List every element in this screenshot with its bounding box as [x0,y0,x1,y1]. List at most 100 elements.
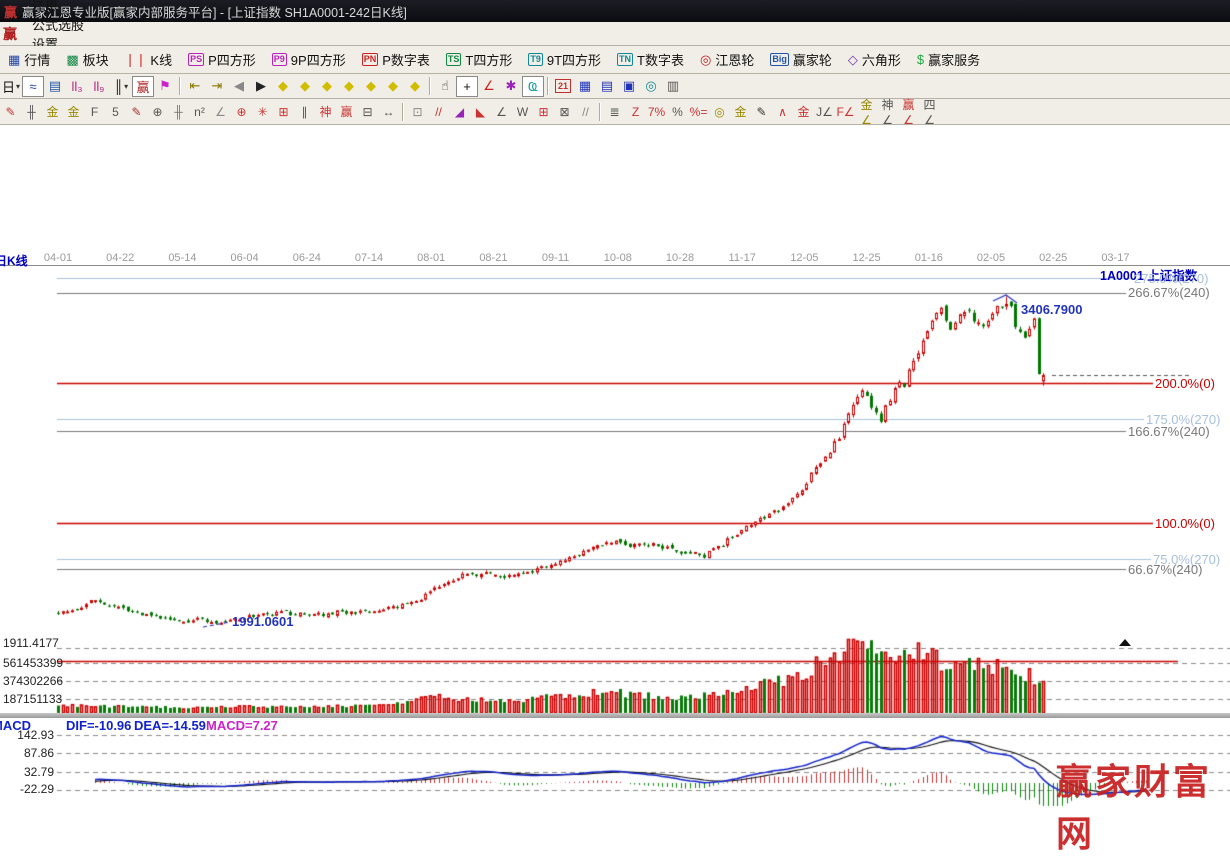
calculator-button[interactable]: ▦ [574,76,596,97]
fan-square-red-tool[interactable]: ◣ [470,101,491,122]
diamond-left-button[interactable]: ◆ [272,76,294,97]
box-grid-tool[interactable]: ⊠ [554,101,575,122]
diamond-shrink-button[interactable]: ◆ [338,76,360,97]
p-square-button[interactable]: PSP四方形 [181,48,263,71]
flag-filter-icon[interactable]: ⚑ [154,76,176,97]
diamond-up-button[interactable]: ◆ [360,76,382,97]
menu-item-4[interactable]: 公式选股 [23,15,93,34]
first-page-button[interactable]: ⇤ [184,76,206,97]
9p-square-button[interactable]: P99P四方形 [265,48,353,71]
p-square-icon: PS [188,53,204,66]
hexagon-button[interactable]: ◇六角形 [841,48,908,71]
gann-level-label: 266.67%(240) [1128,285,1210,300]
grid-2-tool[interactable]: ╫ [168,101,189,122]
f-square-tool[interactable]: F [84,101,105,122]
9t-square-button[interactable]: T99T四方形 [521,48,608,71]
gold-red-tool[interactable]: 金 [793,101,814,122]
measure-tool[interactable]: ↔ [378,101,399,122]
shen-angle-tool[interactable]: 神∠ [877,101,898,122]
z-line-tool[interactable]: Z [625,101,646,122]
winner-wave-icon[interactable]: ≈ [22,76,44,97]
prev-button[interactable]: ◀ [228,76,250,97]
red-pencil-tool[interactable]: ✎ [126,101,147,122]
si-angle-tool[interactable]: 四∠ [919,101,940,122]
calendar-21-button[interactable]: 21 [552,76,574,97]
gann-target-tool[interactable]: ⊕ [231,101,252,122]
toolbar-separator [547,77,549,95]
gold-square-2-tool[interactable]: 金 [63,101,84,122]
gold-circle-tool[interactable]: ◎ [709,101,730,122]
date-tick-08-01: 08-01 [409,252,453,264]
diamond-down-button[interactable]: ◆ [382,76,404,97]
diamond-all-button[interactable]: ◆ [404,76,426,97]
gold-lines-tool[interactable]: 金 [730,101,751,122]
gann-wheel-button[interactable]: ◎江恩轮 [693,48,761,71]
toolbar-separator [599,103,601,121]
angle-set-tool[interactable]: ∠ [210,101,231,122]
t-table-button[interactable]: TNT数字表 [610,48,691,71]
sectors-button[interactable]: ▩板块 [59,48,115,71]
gold-square-tool[interactable]: 金 [42,101,63,122]
next-button[interactable]: ▶ [250,76,272,97]
box-tool[interactable]: ⊡ [407,101,428,122]
gold-angle-tool[interactable]: 金∠ [856,101,877,122]
k-marks-tool[interactable]: ∥ [294,101,315,122]
period-day-button[interactable]: 日▾ [0,76,22,97]
p-table-button[interactable]: PNP数字表 [355,48,437,71]
five-square-tool[interactable]: 5 [105,101,126,122]
shen-square-tool[interactable]: 神 [315,101,336,122]
parallel-lines-tool[interactable]: // [575,101,596,122]
ruler-123-tool[interactable]: ⊟ [357,101,378,122]
diamond-right-button[interactable]: ◆ [294,76,316,97]
percent-lines-tool[interactable]: %= [688,101,709,122]
percent-tool[interactable]: % [667,101,688,122]
save-button[interactable]: ▣ [618,76,640,97]
percent-7-tool[interactable]: 7% [646,101,667,122]
kline-button[interactable]: ❘❘K线 [118,48,179,71]
angle-measure-button[interactable]: ∠ [478,76,500,97]
red-grid-tool[interactable]: ⊞ [533,101,554,122]
ying-square-tool[interactable]: 赢 [336,101,357,122]
bars-9-icon[interactable]: ll₉ [88,76,110,97]
n-square-tool[interactable]: n² [189,101,210,122]
winner-wheel-button[interactable]: Big赢家轮 [763,48,839,71]
notes-button[interactable]: ▤ [596,76,618,97]
kline-button-label: K线 [150,50,172,69]
diamond-up-button-glyph: ◆ [366,78,376,94]
menu-item-3[interactable]: 江恩 [23,0,93,15]
export-web-button[interactable]: ◎ [640,76,662,97]
print-button[interactable]: ▥ [662,76,684,97]
diamond-expand-button[interactable]: ◆ [316,76,338,97]
j-angle-tool[interactable]: J∠ [814,101,835,122]
wave-angle-tool[interactable]: ∧ [772,101,793,122]
chan-tool-button[interactable]: ✱ [500,76,522,97]
last-page-button[interactable]: ⇥ [206,76,228,97]
angle-line-tool[interactable]: ∠ [491,101,512,122]
level-list-tool[interactable]: ≣ [604,101,625,122]
ying-angle-tool[interactable]: 赢∠ [898,101,919,122]
star-square-tool[interactable]: ⊞ [273,101,294,122]
hand-tool-button[interactable]: ☝ [434,76,456,97]
next-button-glyph: ▶ [256,78,266,94]
fan-square-purple-tool[interactable]: ◢ [449,101,470,122]
winner-red-icon[interactable]: 赢 [132,76,154,97]
gann-wheel-icon: ◎ [700,53,711,67]
chart-area[interactable]: 日K线 1A0001 上证指数 04-0104-2205-1406-0406-2… [0,125,1230,682]
bars-3-icon[interactable]: ll₃ [66,76,88,97]
t-square-button[interactable]: TST四方形 [439,48,519,71]
wave-line-tool[interactable]: W [512,101,533,122]
crosshair-tool-button[interactable]: + [456,76,478,97]
info-doc-icon[interactable]: ▤ [44,76,66,97]
fan-lines-tool[interactable]: // [428,101,449,122]
black-pencil-tool[interactable]: ✎ [751,101,772,122]
time-circle-tool[interactable]: ⊕ [147,101,168,122]
winner-service-button[interactable]: $赢家服务 [910,48,987,71]
starburst-tool[interactable]: ✳ [252,101,273,122]
brain-tool-button[interactable]: Ҩ [522,76,544,97]
quotes-button[interactable]: ▦行情 [1,48,57,71]
f-angle-tool[interactable]: F∠ [835,101,856,122]
grid-tool[interactable]: ╫ [21,101,42,122]
candle-style-button[interactable]: ║▾ [110,76,132,97]
gann-pencil-tool[interactable]: ✎ [0,101,21,122]
n-square-tool-glyph: n² [194,105,205,119]
